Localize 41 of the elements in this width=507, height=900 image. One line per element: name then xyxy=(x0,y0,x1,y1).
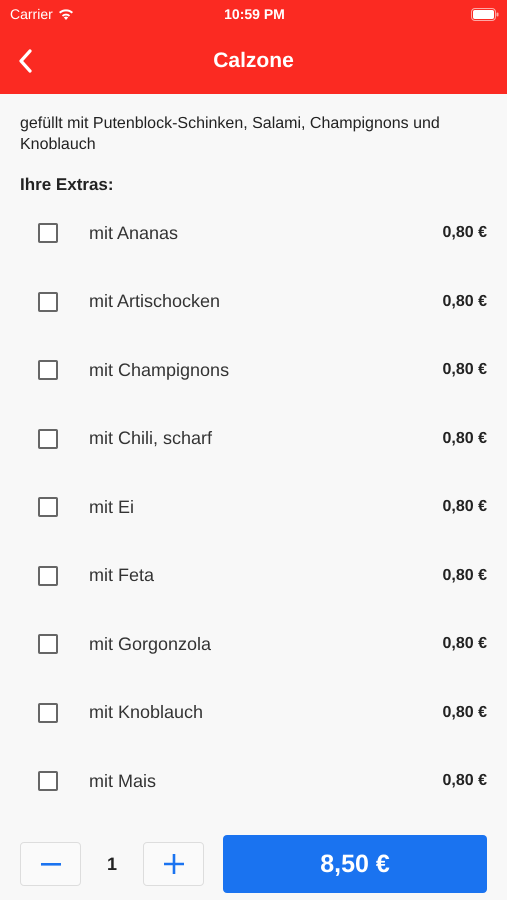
extra-checkbox[interactable] xyxy=(38,702,58,723)
page-title: Calzone xyxy=(212,49,295,73)
product-description: gefüllt mit Putenblock-Schinken, Salami, Champignons und Knoblauch xyxy=(20,114,441,155)
extra-label: mit Artischocken xyxy=(89,291,222,312)
extra-price: 0,80 € xyxy=(442,704,487,722)
extra-checkbox[interactable] xyxy=(38,360,58,380)
extra-checkbox[interactable] xyxy=(38,292,58,312)
wifi-icon xyxy=(58,8,74,20)
extra-price: 0,80 € xyxy=(442,498,487,516)
quantity-value: 1 xyxy=(106,854,118,874)
status-time: 10:59 PM xyxy=(223,6,286,22)
extra-price: 0,80 € xyxy=(442,430,487,448)
extra-label: mit Feta xyxy=(89,565,156,586)
extra-checkbox[interactable] xyxy=(38,566,58,586)
carrier-label: Carrier xyxy=(10,6,53,22)
extra-label: mit Knoblauch xyxy=(89,702,204,724)
extra-checkbox[interactable] xyxy=(38,223,58,244)
battery-icon xyxy=(471,8,499,20)
extra-label: mit Gorgonzola xyxy=(89,634,212,655)
extra-checkbox[interactable] xyxy=(38,634,58,654)
extra-price: 0,80 € xyxy=(442,292,487,311)
minus-icon xyxy=(40,862,60,866)
extra-price: 0,80 € xyxy=(442,772,487,790)
extra-label: mit Ananas xyxy=(89,222,180,244)
extra-label: mit Mais xyxy=(89,770,157,792)
extra-label: mit Ei xyxy=(89,496,135,518)
plus-icon xyxy=(164,854,184,874)
extra-price: 0,80 € xyxy=(442,566,487,585)
extra-checkbox[interactable] xyxy=(38,428,58,449)
extra-label: mit Champignons xyxy=(89,360,230,381)
extra-checkbox[interactable] xyxy=(38,771,58,792)
increase-button[interactable] xyxy=(143,842,204,886)
extras-heading: Ihre Extras: xyxy=(20,175,115,195)
add-to-cart-button[interactable]: 8,50 € xyxy=(223,835,487,893)
extra-price: 0,80 € xyxy=(442,635,487,654)
extra-label: mit Chili, scharf xyxy=(89,428,214,450)
back-button[interactable] xyxy=(18,49,32,73)
extra-checkbox[interactable] xyxy=(38,497,58,518)
back-chevron-icon xyxy=(18,49,32,73)
extra-price: 0,80 € xyxy=(442,361,487,380)
extra-price: 0,80 € xyxy=(442,224,487,242)
